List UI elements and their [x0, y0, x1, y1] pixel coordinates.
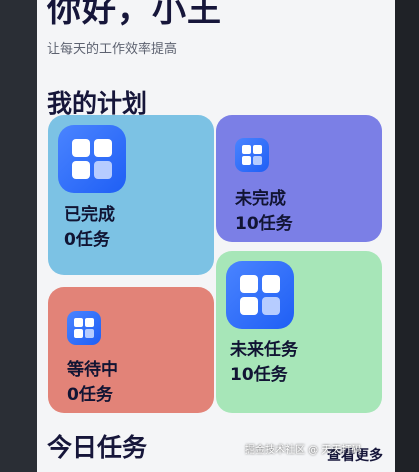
watermark: 掘金技术社区 @ 天天打码 — [245, 445, 362, 456]
plan-card-waiting[interactable]: 等待中 0任务 — [48, 287, 214, 413]
plan-card-status: 已完成 — [64, 205, 115, 225]
today-section-title: 今日任务 — [47, 433, 148, 462]
grid-app-icon — [58, 125, 126, 193]
grid-app-icon — [235, 138, 269, 172]
greeting-subtitle: 让每天的工作效率提高 — [47, 42, 178, 57]
plan-card-count: 10任务 — [235, 214, 293, 234]
phone-screen: 你好，小王 让每天的工作效率提高 我的计划 已完成 0任务 未完成 10任务 等… — [37, 0, 395, 472]
plan-card-incomplete[interactable]: 未完成 10任务 — [216, 115, 382, 242]
plan-card-count: 0任务 — [64, 230, 110, 250]
plan-card-future[interactable]: 未来任务 10任务 — [216, 251, 382, 413]
grid-app-icon — [67, 311, 101, 345]
plan-card-status: 等待中 — [67, 360, 118, 380]
plan-card-status: 未来任务 — [230, 340, 298, 360]
plan-card-completed[interactable]: 已完成 0任务 — [48, 115, 214, 275]
grid-app-icon — [226, 261, 294, 329]
greeting-title: 你好，小王 — [47, 0, 222, 30]
plan-card-count: 0任务 — [67, 385, 113, 405]
plan-card-count: 10任务 — [230, 365, 288, 385]
device-frame — [395, 0, 419, 472]
plan-card-status: 未完成 — [235, 189, 286, 209]
